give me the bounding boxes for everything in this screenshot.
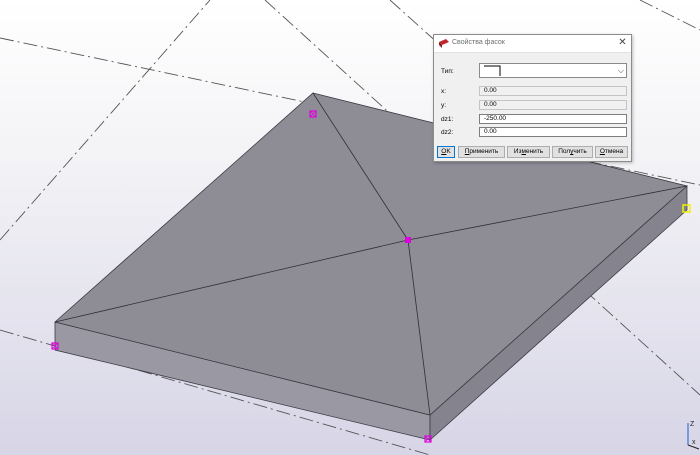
apply-label: рименить [469, 148, 499, 155]
dz1-field[interactable]: -250.00 [479, 114, 627, 124]
cancel-label: тмена [604, 148, 624, 155]
field-label-dz2: dz2: [441, 129, 454, 136]
dialog-title: Свойства фасок [452, 39, 505, 46]
dz2-field[interactable]: 0.00 [479, 127, 627, 137]
dialog-titlebar[interactable]: Свойства фасок ✕ [434, 35, 631, 53]
x-field: 0.00 [479, 86, 627, 96]
chevron-down-icon: ⌵ [617, 66, 624, 75]
ok-button[interactable]: OK [437, 146, 455, 158]
type-select[interactable]: ⌵ [479, 63, 627, 78]
app-icon [439, 39, 449, 48]
modify-button[interactable]: Изменить [507, 146, 550, 158]
z-axis-label: Z [690, 421, 695, 428]
get-label-start: Пол [558, 148, 571, 155]
x-axis-label: x [692, 439, 696, 446]
field-label-dz1: dz1: [441, 116, 454, 123]
type-label: Тип: [441, 68, 454, 75]
ok-label: K [446, 148, 451, 155]
y-field: 0.00 [479, 100, 627, 110]
grid-line [0, 0, 211, 241]
close-icon: ✕ [618, 37, 627, 48]
chamfer-type-icon [484, 65, 501, 76]
cancel-button[interactable]: Отмена [595, 146, 628, 158]
apply-button[interactable]: Применить [458, 146, 505, 158]
field-label-y: y: [441, 102, 447, 109]
axis-triad: Z x [687, 421, 700, 450]
close-button[interactable]: ✕ [616, 37, 629, 50]
get-label-end: чить [573, 148, 587, 155]
handle-marker [405, 237, 411, 243]
modify-label-end: енить [525, 148, 544, 155]
get-button[interactable]: Получить [552, 146, 593, 158]
field-label-x: x: [441, 88, 447, 95]
chamfer-properties-dialog: Свойства фасок ✕ Тип: ⌵ x: 0.00 y: 0.00 … [433, 34, 632, 162]
grid-line [639, 0, 700, 31]
